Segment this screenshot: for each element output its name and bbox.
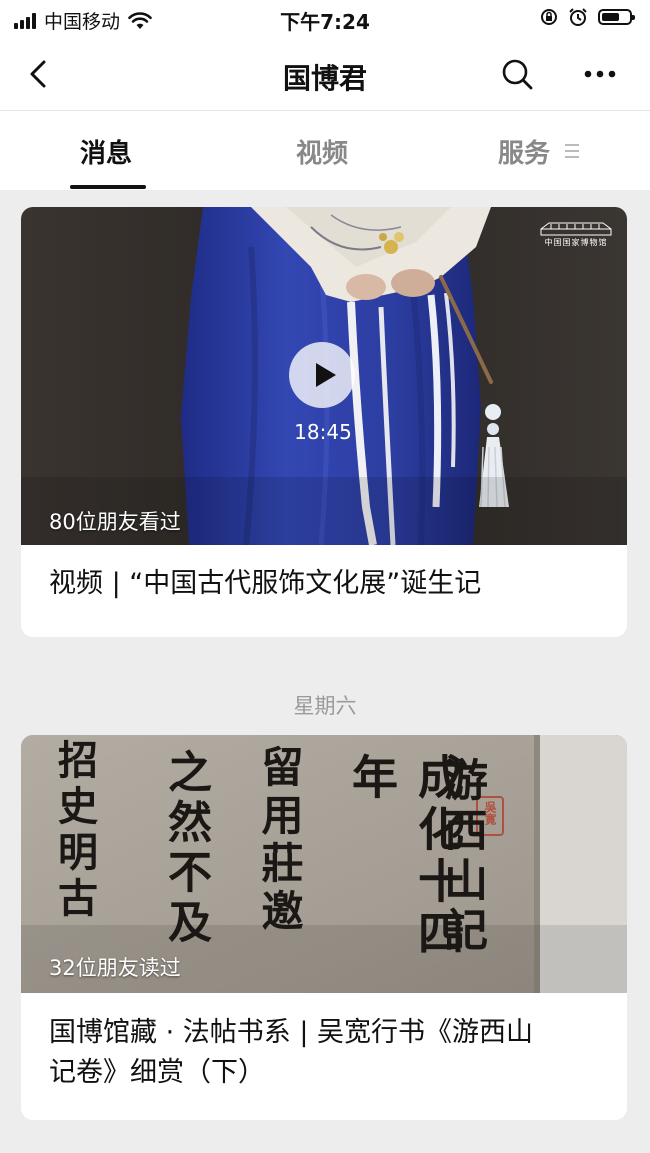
menu-lines-icon (565, 144, 579, 158)
tab-services[interactable]: 服务 (498, 133, 550, 170)
video-card[interactable]: 中国国家博物馆 18:45 80位朋友看过 视频 | “中国古代服饰文化展”诞生… (21, 207, 627, 637)
nav-bar: 国博君 (0, 40, 650, 111)
museum-logo: 中国国家博物馆 (537, 217, 615, 251)
readers-count: 32位朋友读过 (49, 956, 181, 980)
red-seal: 吳寛 (483, 801, 497, 825)
calligraphy-column-5: 招史明古 (51, 739, 98, 923)
date-divider: 星期六 (293, 694, 357, 718)
article-card[interactable]: 游西山記 成化十四年 留用莊邀 之然不及 招史明古 吳寛 32位朋友读过 国博馆… (21, 735, 627, 1120)
article-title-line-2: 记卷》细赏（下） (49, 1057, 265, 1088)
viewers-count: 80位朋友看过 (49, 510, 181, 534)
tab-videos[interactable]: 视频 (296, 133, 348, 170)
video-thumbnail[interactable]: 中国国家博物馆 18:45 80位朋友看过 (21, 207, 627, 545)
article-title[interactable]: 国博馆藏 · 法帖书系 | 吴宽行书《游西山 记卷》细赏（下） (49, 1013, 601, 1093)
museum-building-icon (540, 222, 612, 236)
page-title: 国博君 (282, 62, 367, 95)
tab-bar: 消息 视频 服务 (0, 111, 650, 190)
museum-logo-text: 中国国家博物馆 (544, 238, 608, 247)
calligraphy-column-3: 留用莊邀 (255, 745, 304, 937)
rotation-lock-icon (541, 9, 557, 25)
play-icon[interactable] (289, 342, 355, 408)
status-right (540, 7, 635, 27)
article-title-line-1: 国博馆藏 · 法帖书系 | 吴宽行书《游西山 (49, 1017, 534, 1048)
battery-icon (598, 9, 635, 25)
video-duration: 18:45 (294, 420, 352, 444)
video-title[interactable]: 视频 | “中国古代服饰文化展”诞生记 (49, 564, 601, 604)
alarm-icon (569, 8, 587, 26)
status-bar: 中国移动 下午7:24 (0, 0, 650, 40)
article-thumbnail[interactable]: 游西山記 成化十四年 留用莊邀 之然不及 招史明古 吳寛 32位朋友读过 (21, 735, 627, 993)
calligraphy-column-4: 之然不及 (160, 749, 211, 949)
active-tab-indicator (70, 185, 146, 189)
tab-messages[interactable]: 消息 (80, 133, 132, 170)
search-icon[interactable] (500, 57, 534, 91)
more-dots-icon[interactable] (582, 59, 618, 89)
calligraphy-column-2: 成化十四年 (345, 753, 465, 961)
